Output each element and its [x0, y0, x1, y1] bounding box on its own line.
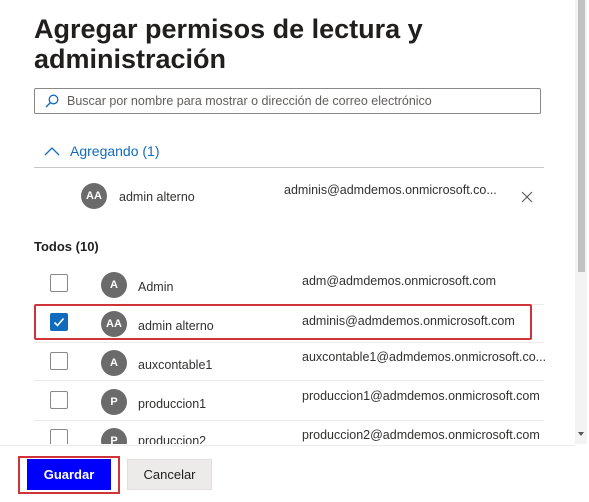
user-email: produccion1@admdemos.onmicrosoft.com	[302, 389, 540, 403]
adding-list-item: AA admin alterno adminis@admdemos.onmicr…	[34, 183, 544, 221]
user-list-item[interactable]: P produccion1 produccion1@admdemos.onmic…	[34, 384, 544, 422]
avatar: AA	[101, 311, 127, 337]
select-checkbox[interactable]	[50, 313, 68, 331]
user-list-item[interactable]: P produccion2 produccion2@admdemos.onmic…	[34, 422, 544, 444]
select-checkbox[interactable]	[50, 352, 68, 370]
panel-title: Agregar permisos de lectura y administra…	[34, 14, 423, 74]
row-divider	[34, 342, 544, 343]
adding-section-label: Agregando (1)	[70, 142, 160, 159]
user-name: Admin	[138, 280, 174, 294]
select-checkbox[interactable]	[50, 429, 68, 444]
search-input[interactable]	[65, 90, 540, 112]
search-icon	[45, 94, 59, 108]
user-name: produccion2	[138, 434, 207, 444]
user-name: produccion1	[138, 397, 207, 411]
avatar: A	[101, 350, 127, 376]
user-name: admin alterno	[119, 190, 195, 204]
user-list-item[interactable]: A Admin adm@admdemos.onmicrosoft.com	[34, 270, 544, 308]
user-email: auxcontable1@admdemos.onmicrosoft.co...	[302, 350, 547, 364]
scroll-down-arrow-icon[interactable]	[578, 432, 584, 436]
user-list-item[interactable]: A auxcontable1 auxcontable1@admdemos.onm…	[34, 346, 547, 384]
avatar: P	[101, 428, 127, 444]
avatar: P	[101, 389, 127, 415]
footer-divider	[0, 445, 575, 446]
search-box[interactable]	[34, 88, 541, 114]
adding-section-toggle[interactable]: Agregando (1)	[34, 140, 544, 168]
all-section-label: Todos (10)	[34, 239, 99, 254]
row-divider	[34, 420, 544, 421]
user-name: admin alterno	[138, 319, 214, 333]
user-email: adm@admdemos.onmicrosoft.com	[302, 274, 497, 288]
row-divider	[34, 380, 544, 381]
avatar: A	[101, 272, 127, 298]
user-email: adminis@admdemos.onmicrosoft.co...	[284, 183, 497, 197]
user-email: adminis@admdemos.onmicrosoft.com	[302, 314, 515, 328]
cancel-button[interactable]: Cancelar	[127, 459, 212, 490]
scrollbar-thumb[interactable]	[578, 0, 585, 272]
close-icon[interactable]	[519, 189, 535, 205]
user-list-item[interactable]: AA admin alterno adminis@admdemos.onmicr…	[34, 308, 544, 346]
scrollbar[interactable]	[575, 0, 587, 444]
avatar: AA	[81, 183, 107, 209]
user-email: produccion2@admdemos.onmicrosoft.com	[302, 428, 540, 442]
chevron-up-icon	[44, 146, 60, 155]
select-checkbox[interactable]	[50, 274, 68, 292]
save-button[interactable]: Guardar	[27, 459, 111, 490]
user-name: auxcontable1	[138, 358, 213, 372]
row-divider	[34, 304, 544, 305]
select-checkbox[interactable]	[50, 391, 68, 409]
checkmark-icon	[53, 317, 65, 327]
